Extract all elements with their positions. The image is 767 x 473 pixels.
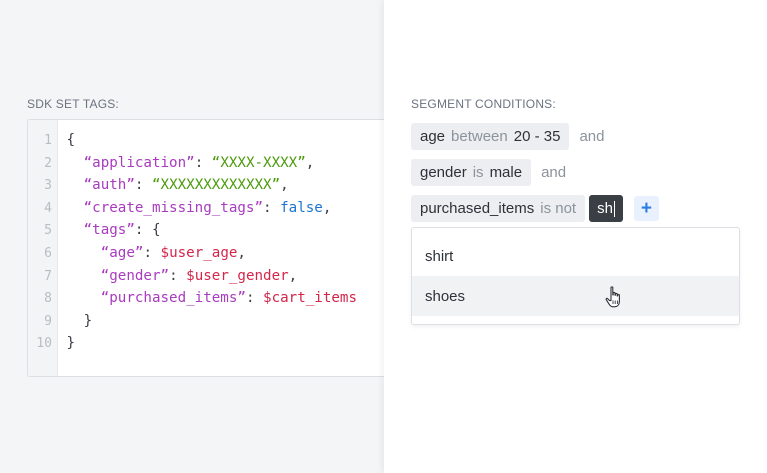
code-token-var: $user_age	[160, 244, 238, 261]
segment-section-label: SEGMENT CONDITIONS:	[411, 97, 556, 111]
code-line: 1 {	[28, 129, 396, 152]
condition-field: gender	[420, 164, 467, 181]
condition-value: male	[489, 164, 523, 181]
code-token-punct: ,	[288, 267, 298, 284]
condition-joiner: and	[579, 128, 605, 145]
code-line: 7 “gender”: $user_gender,	[28, 265, 396, 288]
code-token-punct: ,	[237, 244, 246, 261]
code-token-var: $user_gender	[186, 267, 289, 284]
code-token-punct: ,	[322, 199, 332, 216]
line-number: 5	[44, 223, 52, 239]
code-lines: 1 {2 “application”: “XXXX-XXXX”, 3 “auth”…	[28, 129, 396, 355]
segment-panel: SEGMENT CONDITIONS: age between 20 - 35 …	[384, 0, 767, 473]
condition-chip-purchased-items[interactable]: purchased_items is not	[411, 195, 586, 222]
code-line: 8 “purchased_items”: $cart_items	[28, 287, 396, 310]
code-token-punct: ,	[305, 154, 315, 171]
code-token-punct	[67, 222, 84, 238]
sdk-panel: SDK SET TAGS: 1 {2 “application”: “XXXX-…	[0, 0, 397, 473]
autocomplete-dropdown: shirt shoes	[411, 227, 740, 325]
code-line: 5 “tags”: {	[28, 219, 396, 242]
line-number: 6	[44, 245, 52, 261]
code-token-punct: : {	[134, 222, 161, 239]
code-token-var: $cart_items	[263, 290, 357, 307]
code-token-punct	[67, 245, 101, 261]
dropdown-option-shoes[interactable]: shoes	[412, 276, 739, 316]
dropdown-option-shirt[interactable]: shirt	[412, 236, 739, 276]
code-line: 9 }	[28, 310, 396, 333]
code-token-key: “application”	[83, 154, 195, 171]
line-number: 8	[44, 291, 52, 307]
code-token-punct	[67, 155, 84, 171]
code-line: 10 }	[28, 332, 396, 355]
line-number: 4	[44, 200, 52, 216]
code-token-punct: :	[194, 154, 212, 171]
code-token-key: “gender”	[100, 267, 170, 284]
code-token-key: “purchased_items”	[100, 290, 246, 307]
code-token-punct: :	[143, 244, 161, 261]
code-line: 3 “auth”: “XXXXXXXXXXXXX”,	[28, 174, 396, 197]
line-number: 7	[44, 268, 52, 284]
condition-row-gender: gender is male and	[411, 159, 566, 186]
line-number: 2	[44, 155, 52, 171]
code-token-punct: {	[66, 132, 76, 148]
line-number: 9	[44, 313, 52, 329]
condition-field: age	[420, 128, 446, 145]
code-token-punct: :	[134, 177, 152, 194]
condition-operator: is	[472, 164, 484, 181]
condition-value: 20 - 35	[513, 128, 561, 145]
code-token-punct: :	[169, 267, 187, 284]
text-caret	[613, 200, 615, 217]
code-token-punct	[67, 268, 101, 284]
code-token-punct	[67, 290, 101, 306]
code-token-punct: }	[66, 335, 76, 352]
line-number: 3	[44, 178, 52, 194]
code-token-punct: ,	[280, 177, 289, 194]
code-editor[interactable]: 1 {2 “application”: “XXXX-XXXX”, 3 “auth”…	[27, 119, 397, 377]
code-line: 4 “create_missing_tags”: false,	[28, 197, 396, 220]
hand-pointer-icon	[605, 286, 620, 308]
condition-chip-gender[interactable]: gender is male	[411, 159, 532, 186]
code-token-key: “create_missing_tags”	[83, 199, 264, 216]
condition-chip-age[interactable]: age between 20 - 35	[411, 123, 570, 150]
condition-input-text: sh	[597, 200, 613, 217]
code-token-key: “tags”	[83, 222, 135, 239]
line-number: 1	[44, 133, 52, 148]
code-token-str: “XXXX-XXXX”	[211, 154, 306, 171]
condition-value-input[interactable]: sh	[589, 195, 623, 222]
condition-row-purchased-items: purchased_items is not sh +	[411, 195, 659, 222]
code-token-bool: false	[280, 199, 323, 216]
code-token-key: “age”	[100, 244, 144, 261]
code-token-punct: :	[263, 199, 281, 216]
code-token-punct	[67, 177, 84, 193]
condition-field: purchased_items	[420, 200, 535, 217]
line-number: 10	[36, 336, 52, 352]
code-line: 2 “application”: “XXXX-XXXX”,	[28, 152, 396, 175]
code-token-punct: :	[245, 290, 264, 307]
condition-row-age: age between 20 - 35 and	[411, 123, 604, 150]
code-line: 6 “age”: $user_age,	[28, 242, 396, 265]
condition-joiner: and	[541, 164, 567, 181]
code-token-punct	[67, 200, 84, 216]
code-token-str: “XXXXXXXXXXXXX”	[151, 177, 281, 194]
code-token-key: “auth”	[83, 177, 135, 194]
add-condition-button[interactable]: +	[633, 196, 659, 221]
sdk-section-label: SDK SET TAGS:	[27, 97, 119, 111]
condition-operator: is not	[540, 200, 577, 217]
condition-operator: between	[451, 128, 508, 145]
code-token-punct: }	[66, 312, 93, 329]
